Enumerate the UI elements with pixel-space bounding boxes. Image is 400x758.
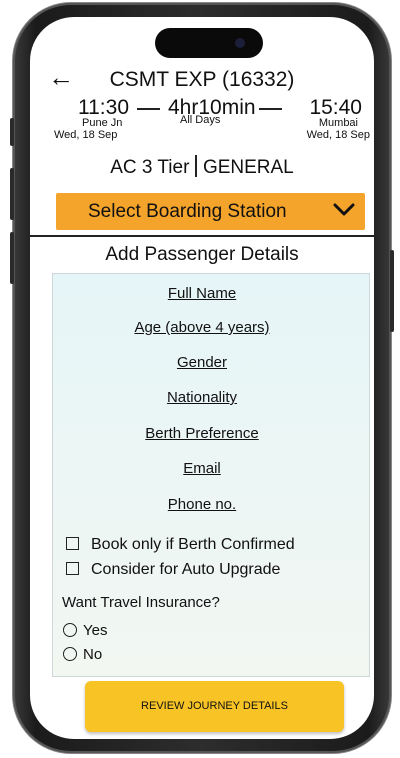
- nationality-field[interactable]: Nationality: [30, 389, 374, 406]
- volume-up-button: [10, 168, 14, 220]
- insurance-question: Want Travel Insurance?: [62, 594, 220, 611]
- berth-preference-field[interactable]: Berth Preference: [30, 425, 374, 442]
- arrival-date: Wed, 18 Sep: [306, 129, 370, 141]
- radio-button-icon[interactable]: [63, 647, 77, 661]
- boarding-station-label: Select Boarding Station: [88, 201, 287, 222]
- phone-field[interactable]: Phone no.: [30, 496, 374, 513]
- auto-upgrade-label: Consider for Auto Upgrade: [91, 561, 281, 578]
- insurance-yes-option[interactable]: Yes: [63, 622, 107, 639]
- to-station: Mumbai: [318, 117, 358, 129]
- app-screen: ← CSMT EXP (16332) 11:30 4hr10min 15:40 …: [30, 17, 374, 739]
- dynamic-island: [155, 28, 263, 58]
- gender-field[interactable]: Gender: [30, 354, 374, 371]
- travel-class: AC 3 Tier: [110, 157, 190, 178]
- radio-button-icon[interactable]: [63, 623, 77, 637]
- runs-days: All Days: [180, 114, 221, 126]
- section-divider: [30, 235, 374, 237]
- camera-lens: [235, 38, 245, 48]
- class-quota-row: AC 3 Tier GENERAL: [30, 155, 374, 179]
- full-name-field[interactable]: Full Name: [30, 285, 374, 302]
- email-field[interactable]: Email: [30, 460, 374, 477]
- dash-left: [137, 108, 160, 110]
- insurance-yes-label: Yes: [83, 622, 108, 639]
- power-button: [390, 250, 394, 332]
- boarding-station-dropdown[interactable]: Select Boarding Station: [56, 193, 365, 230]
- dash-right: [259, 108, 282, 110]
- passenger-section-title: Add Passenger Details: [105, 244, 299, 265]
- chevron-down-icon: [333, 203, 355, 216]
- age-field[interactable]: Age (above 4 years): [30, 319, 374, 336]
- checkbox-icon[interactable]: [66, 537, 79, 550]
- class-separator: [195, 155, 197, 177]
- review-journey-button[interactable]: REVIEW JOURNEY DETAILS: [85, 681, 344, 732]
- insurance-no-option[interactable]: No: [63, 646, 102, 663]
- auto-upgrade-option[interactable]: Consider for Auto Upgrade: [66, 561, 280, 579]
- berth-confirmed-option[interactable]: Book only if Berth Confirmed: [66, 536, 295, 554]
- checkbox-icon[interactable]: [66, 562, 79, 575]
- volume-down-button: [10, 232, 14, 284]
- departure-date: Wed, 18 Sep: [54, 129, 118, 141]
- train-title: CSMT EXP (16332): [109, 68, 295, 91]
- mute-switch: [10, 118, 14, 146]
- from-station: Pune Jn: [82, 117, 123, 129]
- insurance-no-label: No: [83, 646, 103, 663]
- quota: GENERAL: [202, 157, 294, 178]
- berth-confirmed-label: Book only if Berth Confirmed: [91, 536, 295, 553]
